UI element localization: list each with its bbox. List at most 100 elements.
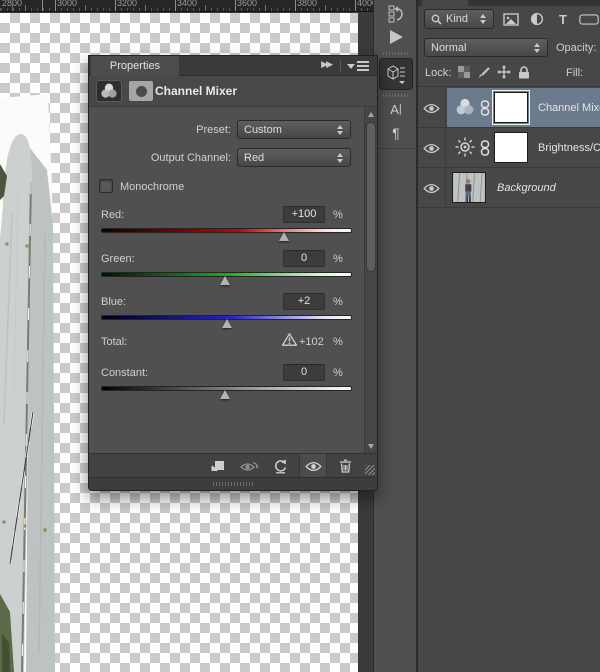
green-slider-thumb[interactable] (220, 276, 230, 285)
red-label: Red: (101, 209, 124, 221)
spinner-arrows-icon (337, 125, 344, 135)
red-slider-thumb[interactable] (279, 232, 289, 241)
dock-drag-handle[interactable] (383, 94, 409, 97)
preset-value: Custom (244, 124, 282, 136)
spinner-arrows-icon (337, 153, 344, 163)
output-channel-select[interactable]: Red (237, 148, 351, 167)
panel-resize-grip[interactable] (365, 465, 375, 475)
view-previous-state-eye-icon[interactable] (235, 454, 263, 478)
filter-adjustment-layers-icon[interactable] (527, 9, 547, 29)
green-value-field[interactable]: 0 (283, 250, 325, 267)
mask-link-icon[interactable] (480, 100, 490, 119)
constant-unit: % (333, 367, 343, 379)
horizontal-ruler[interactable]: 2800 3000 3200 3400 3600 3800 4000 (0, 0, 373, 12)
blend-mode-select[interactable]: Normal (424, 38, 548, 57)
spinner-arrows-icon (534, 43, 541, 53)
monochrome-checkbox[interactable] (99, 179, 113, 193)
toggle-visibility-eye-icon[interactable] (299, 454, 327, 478)
character-panel-icon[interactable]: A| (374, 98, 418, 120)
type-glyph: T (559, 12, 567, 27)
ruler-label: 4000 (357, 0, 373, 8)
paragraph-glyph: ¶ (392, 125, 400, 141)
constant-slider[interactable] (101, 386, 352, 400)
ruler-label: 3600 (237, 0, 257, 8)
lock-all-padlock-icon[interactable] (516, 64, 532, 80)
channel-mixer-badge-icon (96, 80, 122, 102)
green-slider[interactable] (101, 272, 352, 286)
history-panel-icon[interactable] (374, 3, 418, 25)
channel-mixer-adjustment-icon (454, 96, 476, 121)
ruler-label: 3400 (177, 0, 197, 8)
filter-type-layers-icon[interactable]: T (553, 9, 573, 29)
layer-row-channel-mixer[interactable]: Channel Mixer (418, 88, 600, 128)
collapse-to-icons-icon[interactable]: ▶▶ (321, 59, 331, 70)
layers-tab[interactable] (422, 0, 468, 6)
ruler-label: 3000 (57, 0, 77, 8)
properties-scrollbar[interactable] (364, 107, 377, 454)
warning-icon (282, 333, 297, 346)
constant-value-field[interactable]: 0 (283, 364, 325, 381)
ruler-label: 2800 (2, 0, 22, 8)
lock-transparency-icon[interactable] (456, 64, 472, 80)
output-channel-value: Red (244, 152, 264, 164)
lock-image-brush-icon[interactable] (476, 64, 492, 80)
constant-slider-thumb[interactable] (220, 390, 230, 399)
layer-mask-thumbnail[interactable] (494, 92, 528, 123)
filter-shape-layers-icon[interactable] (579, 9, 599, 29)
red-value-field[interactable]: +100 (283, 206, 325, 223)
actions-panel-icon[interactable] (374, 26, 418, 48)
panel-title: Channel Mixer (155, 76, 237, 106)
brightness-contrast-adjustment-icon (454, 136, 476, 161)
background-layer-thumbnail[interactable] (452, 172, 486, 203)
properties-content: Preset: Custom Output Channel: Red Monoc… (89, 106, 377, 453)
mask-link-icon[interactable] (480, 140, 490, 159)
blue-label: Blue: (101, 296, 126, 308)
output-channel-label: Output Channel: (97, 152, 231, 164)
green-label: Green: (101, 253, 135, 265)
panel-drag-handle[interactable] (213, 482, 253, 486)
total-value: +102 (299, 336, 324, 348)
reset-adjustment-icon[interactable] (266, 454, 294, 478)
scroll-up-icon[interactable] (368, 112, 374, 117)
blue-slider-thumb[interactable] (222, 319, 232, 328)
red-slider-track[interactable] (101, 228, 352, 233)
blue-value-field[interactable]: +2 (283, 293, 325, 310)
dock-drag-handle[interactable] (383, 52, 409, 55)
layer-filter-kind-select[interactable]: Kind (424, 9, 494, 29)
layer-name[interactable]: Background (497, 168, 556, 208)
fence-photo-layer-content[interactable] (0, 94, 58, 672)
blend-mode-value: Normal (431, 42, 466, 54)
properties-tab-bar: Properties ▶▶ (89, 56, 377, 76)
visibility-eye-icon[interactable] (418, 88, 446, 128)
monochrome-label: Monochrome (120, 181, 184, 193)
layers-tab-strip (418, 0, 600, 6)
scrollbar-thumb[interactable] (366, 122, 376, 272)
panel-menu-icon[interactable] (347, 61, 369, 72)
filter-pixel-layers-icon[interactable] (501, 9, 521, 29)
character-glyph: A (390, 102, 399, 117)
layer-mask-thumbnail[interactable] (494, 132, 528, 163)
visibility-eye-icon[interactable] (418, 168, 446, 208)
layer-row-background[interactable]: Background (418, 168, 600, 208)
clip-to-layer-icon[interactable] (203, 454, 231, 478)
spinner-arrows-icon (480, 14, 487, 24)
preset-select[interactable]: Custom (237, 120, 351, 139)
tab-bar-separator (340, 60, 341, 72)
layer-row-brightness-contrast[interactable]: Brightness/Co (418, 128, 600, 168)
dock-divider (374, 148, 418, 149)
delete-adjustment-trash-icon[interactable] (331, 454, 359, 478)
properties-panel-icon[interactable] (379, 58, 413, 90)
lock-position-move-icon[interactable] (496, 64, 512, 80)
search-icon (431, 14, 442, 25)
properties-tab[interactable]: Properties (91, 56, 179, 76)
mask-badge-icon[interactable] (129, 81, 153, 101)
paragraph-panel-icon[interactable]: ¶ (374, 122, 418, 144)
properties-footer (89, 453, 377, 477)
layer-name[interactable]: Brightness/Co (538, 128, 600, 168)
scroll-down-icon[interactable] (368, 444, 374, 449)
red-slider[interactable] (101, 228, 352, 242)
panel-bottom-bar (89, 477, 377, 490)
layer-name[interactable]: Channel Mixer (538, 88, 600, 128)
visibility-eye-icon[interactable] (418, 128, 446, 168)
blue-slider[interactable] (101, 315, 352, 329)
